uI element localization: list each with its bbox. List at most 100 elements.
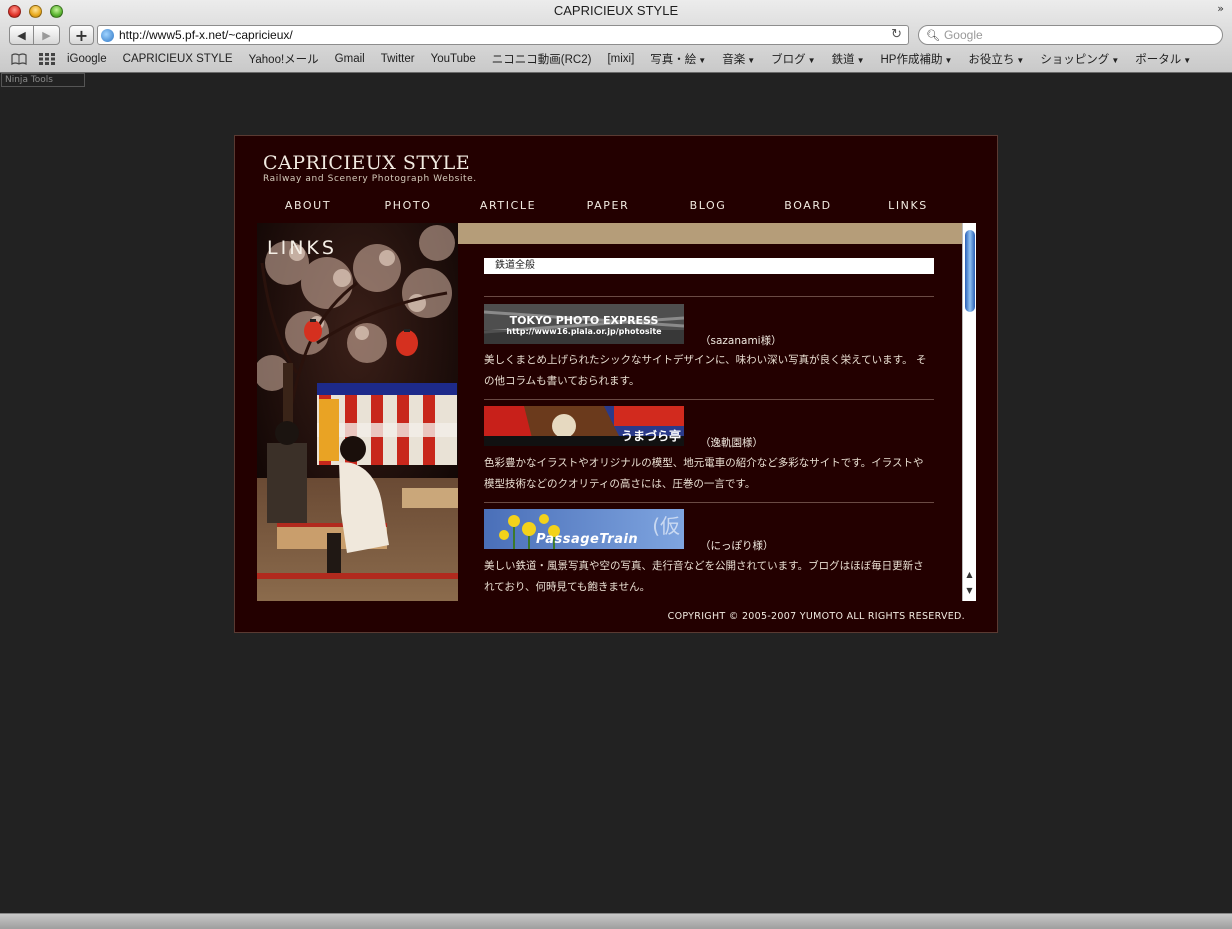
site-logo[interactable]: CAPRICIEUX STYLE xyxy=(263,152,470,174)
bookmark-label: iGoogle xyxy=(67,53,107,65)
search-placeholder: Google xyxy=(943,28,983,42)
bookmark-label: Twitter xyxy=(380,53,415,65)
bookmark-label: Gmail xyxy=(334,53,365,65)
banner-title: PassageTrain xyxy=(536,532,639,547)
back-button[interactable]: ◀ xyxy=(9,25,34,45)
nav-item-board[interactable]: BOARD xyxy=(758,199,858,212)
category-heading: 鉄道全般 xyxy=(484,258,934,274)
section-title: LINKS xyxy=(267,237,337,259)
globe-icon xyxy=(101,28,114,42)
dropdown-arrow-icon: ▼ xyxy=(944,56,953,65)
nav-item-paper[interactable]: PAPER xyxy=(558,199,658,212)
divider xyxy=(484,502,934,503)
address-bar[interactable]: http://www5.pf-x.net/~capricieux/ ↻ xyxy=(97,25,909,45)
section-photo: LINKS xyxy=(257,223,458,601)
banner-title: うまづら亭 xyxy=(620,429,681,443)
bookmark-label: ショッピング xyxy=(1040,54,1110,66)
link-banner-tokyo-photo-express[interactable]: TOKYO PHOTO EXPRESS http://www16.plala.o… xyxy=(484,304,684,344)
search-icon[interactable]: 🔍︎ xyxy=(926,29,940,42)
site-container: CAPRICIEUX STYLE Railway and Scenery Pho… xyxy=(234,135,998,633)
bookmark-item[interactable]: 写真・絵 ▼ xyxy=(650,51,706,67)
dropdown-arrow-icon: ▼ xyxy=(1111,56,1120,65)
bookmark-item[interactable]: [mixi] xyxy=(607,53,634,65)
scrollbar-thumb[interactable] xyxy=(965,230,975,312)
bookmark-label: お役立ち xyxy=(968,54,1015,66)
bookmark-item[interactable]: ニコニコ動画(RC2) xyxy=(492,51,592,67)
forward-arrow-icon: ▶ xyxy=(42,28,51,42)
nav-item-about[interactable]: ABOUT xyxy=(258,199,358,212)
link-description: 色彩豊かなイラストやオリジナルの模型、地元電車の紹介など多彩なサイトです。イラス… xyxy=(484,457,924,490)
search-field[interactable]: 🔍︎ Google xyxy=(918,25,1223,45)
ninja-tools-label: Ninja Tools xyxy=(5,75,53,85)
ninja-tools-badge[interactable]: Ninja Tools xyxy=(1,73,85,87)
bookmark-label: ブログ xyxy=(771,54,806,66)
bookmark-label: YouTube xyxy=(430,53,476,65)
link-description: 美しい鉄道・風景写真や空の写真、走行音などを公開されています。ブログはほぼ毎日更… xyxy=(484,560,924,593)
banner-url: http://www16.plala.or.jp/photosite xyxy=(506,327,662,336)
bookmark-item[interactable]: Gmail xyxy=(335,53,365,65)
bookmark-label: ポータル xyxy=(1135,54,1182,66)
nav-item-blog[interactable]: BLOG xyxy=(658,199,758,212)
dropdown-arrow-icon: ▼ xyxy=(1016,56,1025,65)
reload-icon[interactable]: ↻ xyxy=(891,27,902,42)
link-owner: （逸軌園様） xyxy=(700,437,763,449)
bookmark-label: ニコニコ動画(RC2) xyxy=(491,54,592,66)
bookmark-item[interactable]: Yahoo!メール xyxy=(249,51,319,67)
back-arrow-icon: ◀ xyxy=(17,28,26,42)
window-title: CAPRICIEUX STYLE xyxy=(553,3,679,18)
bookmark-item[interactable]: ショッピング ▼ xyxy=(1040,51,1119,67)
bookmark-label: 鉄道 xyxy=(831,54,855,66)
banner-title: TOKYO PHOTO EXPRESS xyxy=(509,314,659,327)
link-owner: （にっぽり様） xyxy=(700,540,774,552)
nav-item-photo[interactable]: PHOTO xyxy=(358,199,458,212)
plus-icon: + xyxy=(74,25,89,45)
bookmarks-bar: iGoogle CAPRICIEUX STYLE Yahoo!メール Gmail Twi… xyxy=(0,49,1232,69)
bookmark-label: HP作成補助 xyxy=(880,54,943,66)
links-content: 鉄道全般 TOKYO PHOTO EXPRESS http://www16.pl… xyxy=(458,223,962,601)
bookmark-item[interactable]: HP作成補助 ▼ xyxy=(880,51,952,67)
banner-subtitle: (仮 xyxy=(652,514,680,538)
bookmark-item[interactable]: YouTube xyxy=(431,53,476,65)
link-description: 美しくまとめ上げられたシックなサイトデザインに、味わい深い写真が良く栄えています… xyxy=(484,354,927,387)
bookmark-item[interactable]: Twitter xyxy=(381,53,415,65)
nav-item-links[interactable]: LINKS xyxy=(858,199,958,212)
dropdown-arrow-icon: ▼ xyxy=(807,56,816,65)
bookmark-item[interactable]: ポータル ▼ xyxy=(1135,51,1191,67)
scroll-down-icon[interactable]: ▼ xyxy=(964,585,975,597)
link-owner: （sazanami様） xyxy=(700,335,782,347)
address-text[interactable]: http://www5.pf-x.net/~capricieux/ xyxy=(119,28,293,42)
scroll-up-icon[interactable]: ▲ xyxy=(964,569,975,581)
bookmark-item[interactable]: CAPRICIEUX STYLE xyxy=(123,53,233,65)
divider xyxy=(484,399,934,400)
bookmark-item[interactable]: iGoogle xyxy=(67,53,107,65)
bookmark-item[interactable]: 音楽 ▼ xyxy=(722,51,755,67)
top-sites-grid-icon[interactable] xyxy=(39,53,55,65)
add-bookmark-button[interactable]: + xyxy=(69,25,94,45)
dropdown-arrow-icon: ▼ xyxy=(747,56,756,65)
forward-button[interactable]: ▶ xyxy=(33,25,60,45)
bookmark-label: 音楽 xyxy=(722,54,746,66)
cherry-blossom-night-photo xyxy=(257,223,458,601)
nav-item-article[interactable]: ARTICLE xyxy=(458,199,558,212)
content-scrollbar[interactable]: ▲ ▼ xyxy=(962,223,976,601)
bookmark-label: [mixi] xyxy=(607,53,635,65)
site-tagline: Railway and Scenery Photograph Website. xyxy=(263,174,477,184)
bookmark-label: 写真・絵 xyxy=(650,54,697,66)
dropdown-arrow-icon: ▼ xyxy=(856,56,865,65)
dropdown-arrow-icon: ▼ xyxy=(1183,56,1192,65)
bookmark-label: CAPRICIEUX STYLE xyxy=(122,53,233,65)
bookmark-item[interactable]: お役立ち ▼ xyxy=(968,51,1024,67)
status-bar xyxy=(0,913,1232,929)
link-banner-passagetrain[interactable]: PassageTrain (仮 xyxy=(484,509,684,549)
header-band xyxy=(458,223,962,244)
bookmark-item[interactable]: 鉄道 ▼ xyxy=(832,51,865,67)
divider xyxy=(484,296,934,297)
browser-toolbar: CAPRICIEUX STYLE ◀ ▶ + http://www5.pf-x.… xyxy=(0,0,1232,73)
site-nav: ABOUT PHOTO ARTICLE PAPER BLOG BOARD LINKS xyxy=(258,199,958,215)
bookmarks-book-icon[interactable] xyxy=(11,53,27,66)
bookmark-item[interactable]: ブログ ▼ xyxy=(771,51,815,67)
link-banner-umazuratei[interactable]: うまづら亭 xyxy=(484,406,684,446)
bookmarks-overflow-icon[interactable]: » xyxy=(1217,2,1224,15)
copyright-text: COPYRIGHT © 2005-2007 YUMOTO ALL RIGHTS … xyxy=(667,611,965,622)
dropdown-arrow-icon: ▼ xyxy=(698,56,707,65)
